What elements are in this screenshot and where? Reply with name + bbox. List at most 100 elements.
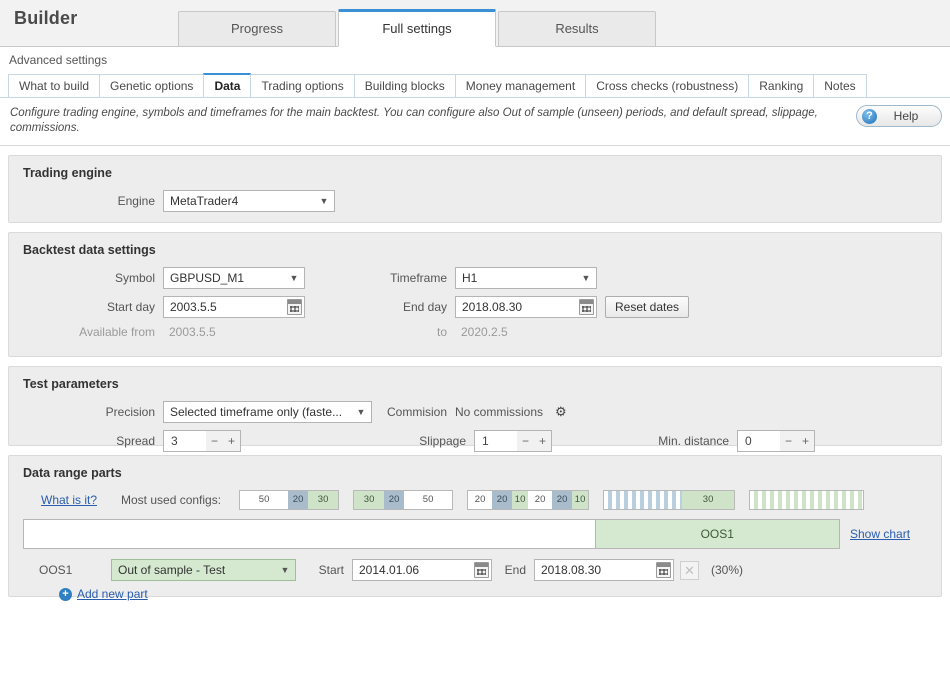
start-day-input[interactable]: 2003.5.5 [163, 296, 305, 318]
end-day-input[interactable]: 2018.08.30 [455, 296, 597, 318]
plus-icon[interactable]: + [59, 587, 72, 601]
preset-segment: 30 [308, 491, 339, 509]
tab-results[interactable]: Results [498, 11, 656, 47]
show-chart-link[interactable]: Show chart [850, 527, 910, 541]
preset-config-1[interactable]: 50 20 30 [239, 490, 340, 510]
oos-part-row: OOS1 Out of sample - Test ▼ Start 2014.0… [23, 559, 927, 581]
tab-money-management[interactable]: Money management [454, 74, 587, 97]
slippage-stepper[interactable]: 1 − + [474, 430, 552, 452]
data-range-bar[interactable]: OOS1 [23, 519, 840, 549]
part-end-value: 2018.08.30 [541, 563, 602, 577]
what-is-it-link[interactable]: What is it? [41, 493, 97, 507]
calendar-icon[interactable] [474, 562, 489, 578]
backtest-data-settings-title: Backtest data settings [23, 243, 156, 257]
precision-select[interactable]: Selected timeframe only (faste... ▼ [163, 401, 372, 423]
in-sample-segment[interactable] [24, 520, 595, 548]
preset-config-2[interactable]: 30 20 50 [353, 490, 454, 510]
spread-value: 3 [171, 434, 178, 448]
calendar-icon[interactable] [656, 562, 671, 578]
engine-select-value: MetaTrader4 [170, 194, 239, 208]
calendar-icon[interactable] [579, 299, 594, 315]
slippage-label: Slippage [419, 434, 466, 448]
test-parameters-title: Test parameters [23, 377, 119, 391]
part-type-select[interactable]: Out of sample - Test ▼ [111, 559, 296, 581]
chevron-down-icon: ▼ [289, 273, 299, 283]
trading-engine-panel: Trading engine Engine MetaTrader4 ▼ [8, 155, 942, 223]
slippage-decrement-button[interactable]: − [516, 431, 534, 451]
spread-decrement-button[interactable]: − [205, 431, 223, 451]
slippage-increment-button[interactable]: + [533, 431, 551, 451]
out-of-sample-segment[interactable]: OOS1 [594, 520, 839, 548]
min-distance-increment-button[interactable]: + [796, 431, 814, 451]
preset-segment: 20 [468, 491, 493, 509]
breadcrumb: Advanced settings [0, 47, 950, 74]
preset-segment: 10 [572, 491, 589, 509]
min-distance-value: 0 [745, 434, 752, 448]
reset-dates-button[interactable]: Reset dates [605, 296, 690, 318]
part-start-input[interactable]: 2014.01.06 [352, 559, 492, 581]
precision-label: Precision [105, 405, 155, 419]
preset-segment: 50 [240, 491, 289, 509]
chevron-down-icon: ▼ [356, 407, 366, 417]
range-bar-row: OOS1 Show chart [23, 519, 927, 549]
tab-cross-checks[interactable]: Cross checks (robustness) [585, 74, 750, 97]
stripe-pattern [604, 491, 683, 509]
tab-what-to-build[interactable]: What to build [8, 74, 101, 97]
part-end-input[interactable]: 2018.08.30 [534, 559, 674, 581]
spread-increment-button[interactable]: + [222, 431, 240, 451]
preset-config-5-walkforward-green[interactable] [749, 490, 865, 510]
part-start-label: Start [318, 563, 344, 577]
start-day-value: 2003.5.5 [170, 300, 217, 314]
add-new-part-row: + Add new part [23, 587, 927, 601]
tab-genetic-options[interactable]: Genetic options [99, 74, 205, 97]
tab-data[interactable]: Data [203, 73, 252, 97]
preset-segment: 30 [354, 491, 385, 509]
help-button[interactable]: ? Help [856, 105, 942, 127]
symbol-select[interactable]: GBPUSD_M1 ▼ [163, 267, 305, 289]
min-distance-decrement-button[interactable]: − [779, 431, 797, 451]
spread-label: Spread [116, 434, 155, 448]
start-day-label: Start day [106, 300, 155, 314]
spread-stepper[interactable]: 3 − + [163, 430, 241, 452]
preset-config-4-walkforward[interactable]: 30 [603, 490, 736, 510]
calendar-icon[interactable] [287, 299, 302, 315]
preset-segment: 20 [288, 491, 309, 509]
chevron-down-icon: ▼ [280, 565, 290, 575]
add-new-part-link[interactable]: Add new part [77, 587, 148, 601]
main-tab-bar: Progress Full settings Results [178, 9, 658, 47]
tab-full-settings[interactable]: Full settings [338, 9, 496, 47]
chevron-down-icon: ▼ [581, 273, 591, 283]
part-end-label: End [504, 563, 526, 577]
availability-row: Available from 2003.5.5 to 2020.2.5 [23, 325, 927, 339]
min-distance-stepper[interactable]: 0 − + [737, 430, 815, 452]
engine-row: Engine MetaTrader4 ▼ [23, 190, 927, 212]
tab-building-blocks[interactable]: Building blocks [353, 74, 456, 97]
spread-slippage-row: Spread 3 − + Slippage 1 − + Min. distanc… [23, 430, 927, 452]
symbol-select-value: GBPUSD_M1 [170, 271, 245, 285]
timeframe-label: Timeframe [390, 271, 447, 285]
dates-row: Start day 2003.5.5 End day 2018.08.30 Re… [23, 296, 927, 318]
engine-select[interactable]: MetaTrader4 ▼ [163, 190, 335, 212]
gear-icon[interactable]: ⚙ [555, 404, 567, 420]
description-text: Configure trading engine, symbols and ti… [10, 107, 818, 134]
test-parameters-panel: Test parameters Precision Selected timef… [8, 366, 942, 452]
most-used-configs-label: Most used configs: [121, 493, 222, 507]
timeframe-select[interactable]: H1 ▼ [455, 267, 597, 289]
preset-segment: 30 [682, 491, 735, 509]
stripe-pattern [750, 491, 864, 509]
description-strip: Configure trading engine, symbols and ti… [0, 98, 950, 146]
tab-notes[interactable]: Notes [813, 74, 867, 97]
tab-trading-options[interactable]: Trading options [250, 74, 355, 97]
preset-segment: 20 [552, 491, 573, 509]
data-range-parts-panel: Data range parts What is it? Most used c… [8, 455, 942, 601]
engine-label: Engine [117, 194, 155, 208]
commission-label: Commision [386, 405, 447, 419]
tab-progress[interactable]: Progress [178, 11, 336, 47]
settings-tab-bar: What to build Genetic options Data Tradi… [0, 73, 950, 98]
presets-row: What is it? Most used configs: 50 20 30 … [23, 490, 927, 510]
timeframe-select-value: H1 [462, 271, 478, 285]
symbol-label: Symbol [114, 271, 155, 285]
tab-ranking[interactable]: Ranking [748, 74, 815, 97]
preset-config-3[interactable]: 20 20 10 20 20 10 [467, 490, 590, 510]
delete-part-button[interactable]: ✕ [680, 560, 699, 580]
